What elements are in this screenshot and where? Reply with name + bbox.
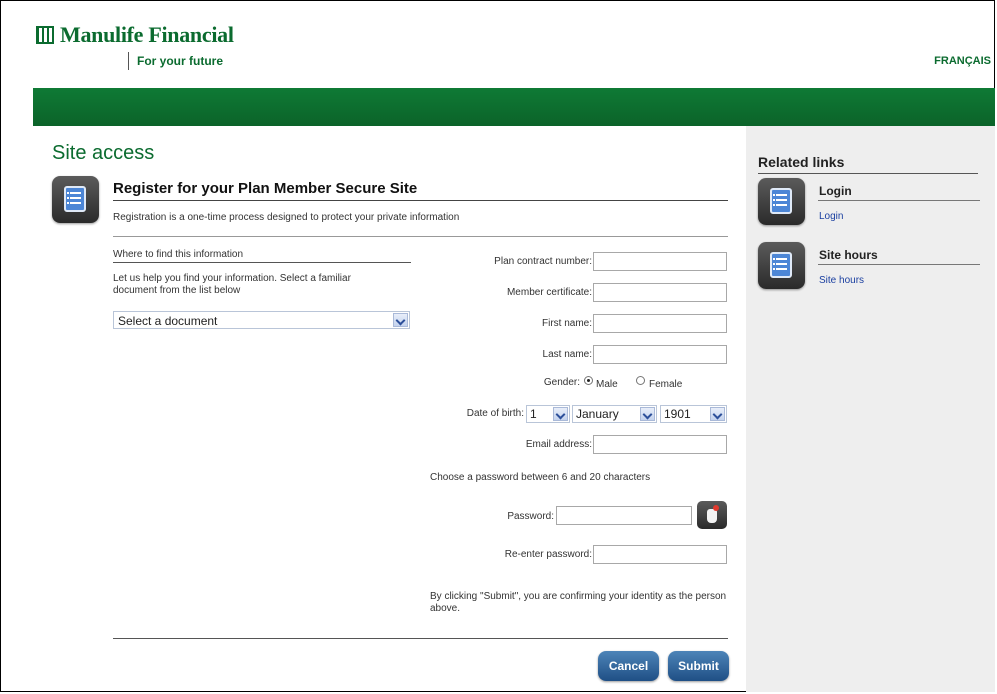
member-certificate-label: Member certificate:	[506, 287, 592, 298]
intro-divider	[113, 236, 728, 237]
page-title: Site access	[52, 142, 155, 164]
confirmation-text: By clicking "Submit", you are confirming…	[430, 591, 727, 614]
related-link-site-hours: Site hours Site hours	[758, 242, 980, 302]
document-select[interactable]: Select a document	[113, 311, 410, 329]
first-name-input[interactable]	[593, 314, 727, 333]
reenter-password-input[interactable]	[593, 545, 727, 564]
tagline-divider	[128, 52, 129, 70]
password-label: Password:	[507, 511, 554, 522]
document-list-icon	[52, 176, 99, 223]
hand-pointer-icon[interactable]	[697, 501, 727, 529]
email-input[interactable]	[593, 435, 727, 454]
gender-male-label: Male	[596, 379, 618, 390]
dob-day-value: 1	[530, 407, 537, 421]
cancel-button[interactable]: Cancel	[598, 651, 659, 681]
document-list-icon	[758, 178, 805, 225]
email-label: Email address:	[525, 439, 592, 450]
section-divider	[113, 200, 728, 201]
login-link[interactable]: Login	[819, 211, 843, 222]
chevron-down-icon[interactable]	[553, 407, 568, 421]
gender-label: Gender:	[543, 377, 580, 388]
gender-male-radio[interactable]	[584, 376, 593, 385]
dob-month-value: January	[576, 407, 619, 421]
first-name-label: First name:	[541, 318, 592, 329]
header-nav-bar	[33, 88, 995, 126]
brand-logo[interactable]: Manulife Financial	[36, 22, 234, 48]
where-heading: Where to find this information	[113, 249, 244, 260]
site-hours-divider	[818, 264, 980, 265]
related-links-sidebar: Related links Login Login Site hours Sit…	[746, 126, 995, 692]
password-hint: Choose a password between 6 and 20 chara…	[430, 472, 651, 483]
reenter-password-label: Re-enter password:	[504, 549, 592, 560]
related-links-divider	[758, 173, 978, 174]
dob-day-select[interactable]: 1	[526, 405, 570, 423]
last-name-label: Last name:	[542, 349, 592, 360]
related-link-login: Login Login	[758, 178, 980, 238]
site-hours-heading: Site hours	[819, 248, 878, 262]
chevron-down-icon[interactable]	[393, 313, 408, 327]
dob-month-select[interactable]: January	[572, 405, 657, 423]
password-input[interactable]	[556, 506, 692, 525]
brand-name: Manulife Financial	[60, 22, 234, 47]
dob-year-value: 1901	[664, 407, 691, 421]
chevron-down-icon[interactable]	[710, 407, 725, 421]
dob-label: Date of birth:	[466, 408, 524, 419]
login-heading: Login	[819, 184, 852, 198]
intro-text: Registration is a one-time process desig…	[113, 212, 460, 223]
related-links-title: Related links	[758, 154, 845, 170]
plan-contract-input[interactable]	[593, 252, 727, 271]
gender-female-radio[interactable]	[636, 376, 645, 385]
member-certificate-input[interactable]	[593, 283, 727, 302]
plan-contract-label: Plan contract number:	[494, 256, 592, 267]
document-select-value: Select a document	[118, 314, 218, 328]
manulife-logo-icon	[36, 26, 54, 44]
last-name-input[interactable]	[593, 345, 727, 364]
form-bottom-divider	[113, 638, 728, 639]
submit-button[interactable]: Submit	[668, 651, 729, 681]
language-toggle-link[interactable]: FRANÇAIS	[934, 55, 991, 67]
gender-female-label: Female	[649, 379, 683, 390]
where-help-text: Let us help you find your information. S…	[113, 273, 351, 296]
site-hours-link[interactable]: Site hours	[819, 275, 864, 286]
where-divider	[113, 262, 411, 263]
chevron-down-icon[interactable]	[640, 407, 655, 421]
tagline: For your future	[137, 54, 223, 68]
dob-year-select[interactable]: 1901	[660, 405, 727, 423]
login-divider	[818, 200, 980, 201]
section-title: Register for your Plan Member Secure Sit…	[113, 180, 418, 197]
document-list-icon	[758, 242, 805, 289]
